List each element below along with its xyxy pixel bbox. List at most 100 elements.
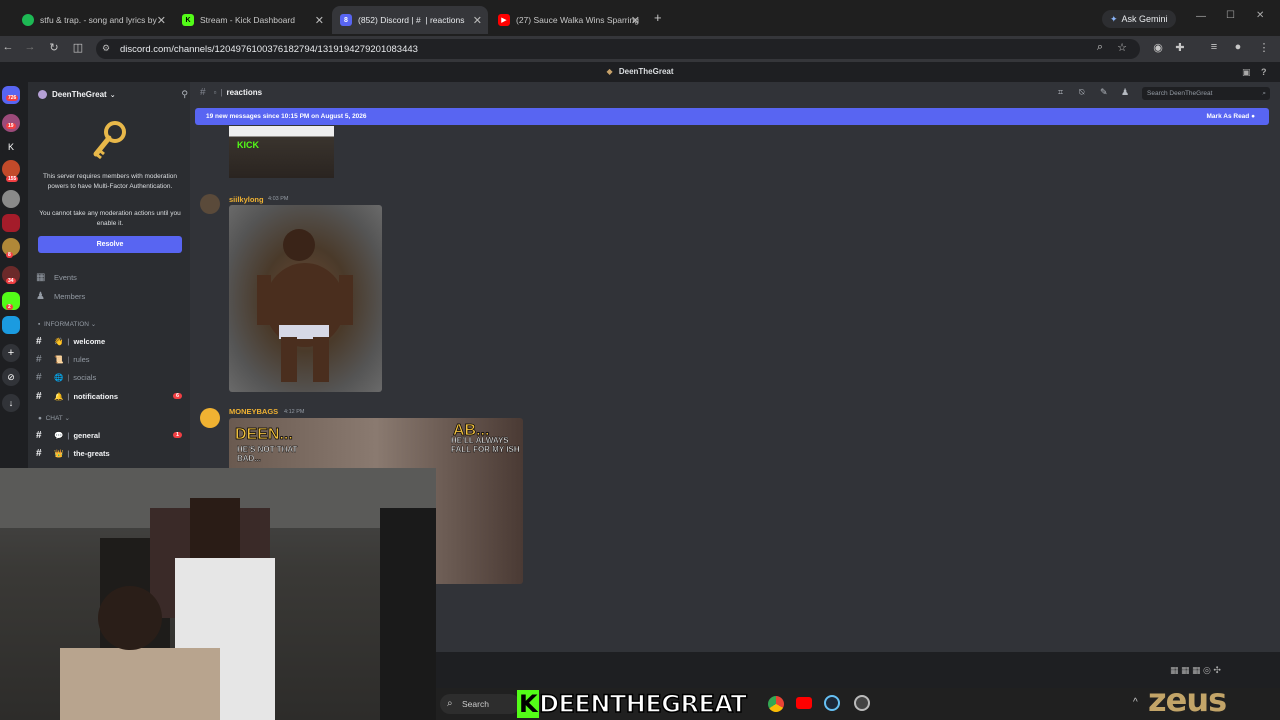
back-icon[interactable]: ←	[0, 41, 16, 53]
add-server-icon[interactable]: +	[2, 344, 20, 362]
ask-gemini-label: Ask Gemini	[1121, 14, 1168, 24]
close-icon[interactable]: ✕	[315, 14, 324, 27]
sidebar-icon[interactable]: ◫	[70, 41, 86, 54]
close-icon[interactable]: ✕	[631, 14, 640, 27]
discord-title-bar: ◆ DeenTheGreat ▣ ?	[0, 62, 1280, 82]
channel-emoji: 🌐	[54, 372, 64, 382]
message-author[interactable]: MONEYBAGS	[229, 407, 278, 416]
address-bar[interactable]: ⚙ discord.com/channels/12049761003761827…	[96, 39, 1140, 59]
window-close-button[interactable]: ✕	[1256, 10, 1264, 21]
category-information[interactable]: ▪ INFORMATION ⌄	[38, 320, 96, 328]
tab-discord[interactable]: 8 (852) Discord | # ⁠ | reactions ✕	[332, 6, 488, 34]
server-name: DeenTheGreat	[52, 90, 107, 99]
message-image[interactable]	[229, 205, 382, 392]
server-icon[interactable]	[2, 214, 20, 232]
discover-compass-icon[interactable]: ⊘	[2, 368, 20, 386]
mfa-notice-secondary: You cannot take any moderation actions u…	[39, 210, 181, 227]
zoom-icon[interactable]: ⌕	[1092, 41, 1108, 54]
category-label: CHAT	[45, 415, 63, 422]
search-icon: ⌕	[447, 698, 453, 709]
members-icon: ♟	[36, 290, 45, 302]
site-info-icon[interactable]: ⚙	[102, 43, 110, 54]
obs-icon[interactable]	[854, 695, 870, 711]
browser-toolbar: ← → ↻ ◫ ⚙ discord.com/channels/120497610…	[0, 36, 1280, 62]
help-icon[interactable]: ?	[1261, 62, 1267, 82]
server-icon[interactable]	[2, 190, 20, 208]
tab-spotify[interactable]: stfu & trap. - song and lyrics by ✕	[14, 6, 172, 34]
tab-title: (27) Sauce Walka Wins Sparring	[516, 15, 639, 25]
server-header[interactable]: DeenTheGreat ⌄ ⚲	[38, 89, 188, 100]
channel-name: notifications	[73, 391, 119, 401]
profile-avatar-icon[interactable]: ●	[1230, 41, 1246, 53]
resolve-button[interactable]: Resolve	[38, 236, 182, 253]
avatar[interactable]	[200, 194, 220, 214]
maximize-button[interactable]: ☐	[1226, 10, 1235, 21]
message-author[interactable]: siilkylong	[229, 195, 264, 204]
category-chat[interactable]: ● CHAT ⌄	[38, 414, 70, 422]
ask-gemini-button[interactable]: ✦ Ask Gemini	[1102, 10, 1176, 28]
tab-kick-dashboard[interactable]: K Stream - Kick Dashboard ✕	[174, 6, 330, 34]
calendar-icon: ▦	[36, 271, 46, 283]
channel-emoji: 💬	[54, 430, 64, 440]
channel-welcome[interactable]: # 👋 | welcome	[36, 334, 186, 348]
discord-icon: 8	[340, 14, 352, 26]
close-icon[interactable]: ✕	[157, 14, 166, 27]
threads-icon[interactable]: ⌗	[1058, 87, 1063, 98]
mark-as-read-label: Mark As Read	[1206, 113, 1250, 120]
steam-icon[interactable]	[824, 695, 840, 711]
events-link[interactable]: ▦ Events	[36, 270, 186, 284]
new-tab-button[interactable]: +	[654, 10, 662, 25]
close-icon[interactable]: ✕	[473, 14, 482, 27]
mute-bell-icon[interactable]: ⍉	[1079, 87, 1084, 98]
mfa-notice: This server requires members with modera…	[42, 173, 178, 190]
inbox-icon[interactable]: ▣	[1242, 62, 1251, 82]
channel-the-greats[interactable]: # 👑 | the-greats	[36, 446, 186, 460]
download-icon[interactable]: ↓	[2, 394, 20, 412]
menu-kebab-icon[interactable]: ⋮	[1256, 41, 1272, 54]
minimize-button[interactable]: —	[1196, 11, 1206, 22]
search-placeholder: Search DeenTheGreat	[1147, 90, 1213, 97]
thumbnail-caption-left: DEEN...	[235, 426, 293, 444]
add-member-icon[interactable]: ⚲	[181, 89, 188, 100]
server-icon[interactable]	[2, 316, 20, 334]
new-messages-banner[interactable]: 19 new messages since 10:15 PM on August…	[195, 108, 1269, 125]
tab-youtube[interactable]: ▶ (27) Sauce Walka Wins Sparring ✕	[490, 6, 646, 34]
search-input[interactable]: Search DeenTheGreat ⌕	[1142, 87, 1270, 100]
events-label: Events	[54, 272, 77, 282]
channel-general[interactable]: # 💬 | general 1	[36, 428, 186, 442]
channel-notifications[interactable]: # 🔔 | notifications 6	[36, 389, 186, 403]
media-control-icon[interactable]: ≡	[1206, 41, 1222, 53]
chrome-icon[interactable]	[768, 696, 784, 712]
bookmark-star-icon[interactable]: ☆	[1114, 41, 1130, 54]
extension-icon[interactable]: ◉	[1150, 41, 1166, 54]
key-icon	[90, 120, 128, 162]
kick-server-icon[interactable]: K	[2, 138, 20, 156]
avatar[interactable]	[200, 408, 220, 428]
taskbar-search[interactable]: ⌕ Search	[440, 694, 520, 714]
server-avatar	[38, 90, 47, 99]
search-icon: ⌕	[1262, 90, 1266, 97]
hash-icon: #	[36, 335, 42, 347]
window-title: DeenTheGreat	[618, 67, 674, 76]
channel-sidebar: DeenTheGreat ⌄ ⚲ This server requires me…	[28, 82, 190, 472]
mention-badge: 6	[172, 393, 182, 399]
tab-title: (852) Discord | # ⁠ | reactions	[358, 15, 465, 25]
members-link[interactable]: ♟ Members	[36, 289, 186, 303]
chevron-up-icon[interactable]: ^	[1133, 697, 1138, 708]
channel-socials[interactable]: # 🌐 | socials	[36, 370, 186, 384]
mark-as-read-button[interactable]: Mark As Read ●	[1207, 108, 1255, 125]
channel-name: socials	[73, 372, 97, 382]
extensions-puzzle-icon[interactable]: ✚	[1172, 41, 1188, 54]
member-list-icon[interactable]: ♟	[1121, 87, 1129, 98]
youtube-icon[interactable]	[796, 697, 812, 709]
reload-icon[interactable]: ↻	[46, 41, 62, 54]
hash-icon: #	[200, 87, 206, 98]
forward-icon[interactable]: →	[22, 41, 38, 53]
system-tray-icons[interactable]: ▦ ▦ ▦ ◎ ✣	[1170, 665, 1221, 676]
streamer-name: DEENTHEGREAT	[538, 689, 747, 719]
notification-badge: 155	[6, 176, 19, 182]
message-image[interactable]: KICK	[229, 126, 334, 178]
pin-icon[interactable]: ✎	[1100, 87, 1108, 98]
gemini-icon: ✦	[1110, 14, 1118, 24]
channel-rules[interactable]: # 📜 | rules	[36, 352, 186, 366]
